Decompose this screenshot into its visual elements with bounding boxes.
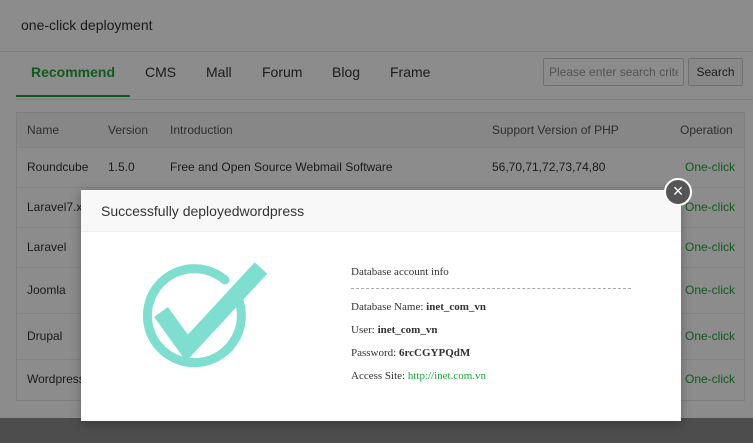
db-password-value: 6rcCGYPQdM xyxy=(398,347,471,359)
dialog-title: Successfully deployedwordpress xyxy=(81,190,681,232)
db-info-title: Database account info xyxy=(351,266,449,278)
access-site-link[interactable]: http://inet.com.vn xyxy=(408,370,486,382)
db-name-label: Database Name: xyxy=(351,301,427,313)
db-password-line: Password: 6rcCGYPQdM xyxy=(351,347,631,359)
db-info: Database account info Database Name: ine… xyxy=(351,266,631,393)
db-password-label: Password: xyxy=(351,347,399,359)
db-name-line: Database Name: inet_com_vn xyxy=(351,301,631,313)
db-user-value: inet_com_vn xyxy=(377,324,438,336)
divider xyxy=(351,288,631,289)
access-site-label: Access Site: xyxy=(351,370,408,382)
close-icon[interactable]: × xyxy=(664,178,692,206)
access-site-line: Access Site: http://inet.com.vn xyxy=(351,370,631,382)
check-circle-icon xyxy=(137,260,268,373)
db-user-line: User: inet_com_vn xyxy=(351,324,631,336)
db-name-value: inet_com_vn xyxy=(426,301,487,313)
db-user-label: User: xyxy=(351,324,378,336)
success-dialog: Successfully deployedwordpress Database … xyxy=(81,190,681,421)
